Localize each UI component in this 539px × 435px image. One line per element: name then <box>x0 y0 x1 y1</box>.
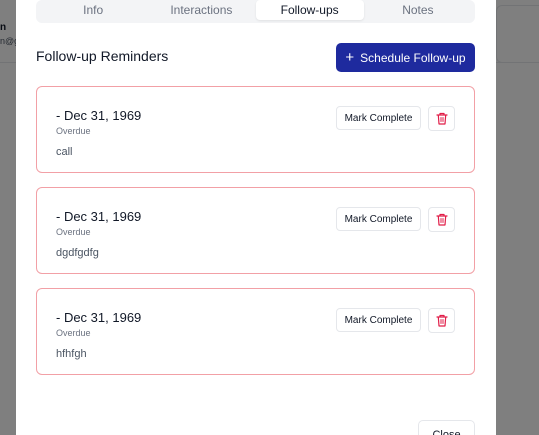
trash-icon <box>435 314 448 327</box>
section-title: Follow-up Reminders <box>36 48 169 64</box>
delete-reminder-button[interactable] <box>428 106 455 131</box>
mark-complete-button[interactable]: Mark Complete <box>336 308 421 332</box>
reminder-status: Overdue <box>56 227 91 237</box>
tab-bar: Info Interactions Follow-ups Notes <box>36 0 475 23</box>
reminder-card: - Dec 31, 1969 Overdue dgdfgdfg Mark Com… <box>36 187 475 274</box>
reminder-status: Overdue <box>56 328 91 338</box>
tab-notes[interactable]: Notes <box>364 0 472 20</box>
tab-follow-ups[interactable]: Follow-ups <box>255 0 364 20</box>
plus-icon: + <box>345 48 355 66</box>
mark-complete-button[interactable]: Mark Complete <box>336 207 421 231</box>
schedule-follow-up-button[interactable]: + Schedule Follow-up <box>336 43 475 72</box>
delete-reminder-button[interactable] <box>428 207 455 232</box>
reminder-status: Overdue <box>56 126 91 136</box>
contact-modal: Info Interactions Follow-ups Notes Follo… <box>16 0 496 435</box>
close-button[interactable]: Close <box>418 420 475 435</box>
reminder-note: dgdfgdfg <box>56 247 99 259</box>
delete-reminder-button[interactable] <box>428 308 455 333</box>
reminder-date: - Dec 31, 1969 <box>56 310 142 325</box>
trash-icon <box>435 112 448 125</box>
tab-interactions[interactable]: Interactions <box>147 0 255 20</box>
reminder-date: - Dec 31, 1969 <box>56 209 142 224</box>
trash-icon <box>435 213 448 226</box>
reminder-note: hfhfgh <box>56 348 87 360</box>
reminder-note: call <box>56 146 73 158</box>
reminder-card: - Dec 31, 1969 Overdue call Mark Complet… <box>36 86 475 173</box>
tab-info[interactable]: Info <box>39 0 147 20</box>
reminder-date: - Dec 31, 1969 <box>56 108 142 123</box>
mark-complete-button[interactable]: Mark Complete <box>336 106 421 130</box>
reminder-card: - Dec 31, 1969 Overdue hfhfgh Mark Compl… <box>36 288 475 375</box>
schedule-follow-up-label: Schedule Follow-up <box>360 50 466 65</box>
